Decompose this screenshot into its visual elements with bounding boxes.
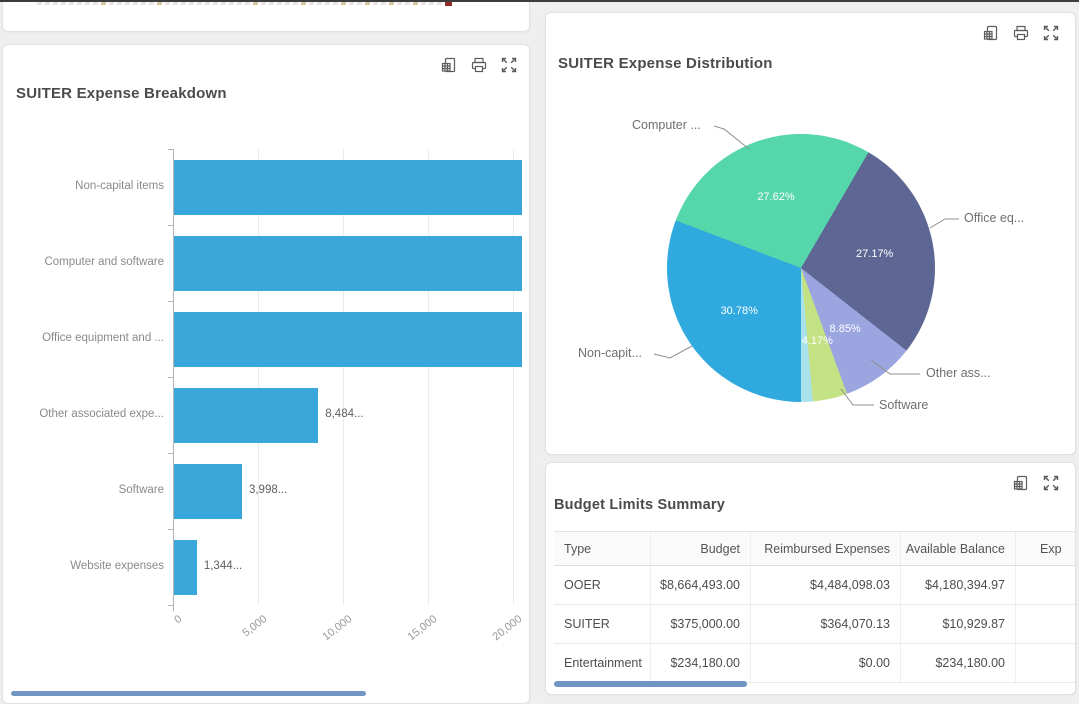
expand-icon[interactable] [1043,475,1059,491]
pie-chart-title: SUITER Expense Distribution [558,55,773,72]
table-cell: $375,000.00 [651,605,751,643]
table-cell: $4,484,098.03 [751,566,901,604]
x-tick-label: 15,000 [405,613,439,643]
pie-callout-office: Office eq... [964,211,1024,225]
table-header-cell: Available Balance [901,532,1016,565]
bar[interactable] [174,160,522,215]
bar-category-label: Office equipment and ... [3,332,164,344]
gridline [428,149,429,605]
bar[interactable] [174,312,522,367]
table-header-cell: Type [554,532,651,565]
table-cell: $234,180.00 [901,644,1016,682]
bar-category-label: Software [3,484,164,496]
y-axis-tick [168,225,173,226]
bar-category-label: Website expenses [3,560,164,572]
bar-value-label: 3,998... [249,484,287,496]
table-row: SUITER$375,000.00$364,070.13$10,929.87 [554,605,1076,644]
table-cell: OOER [554,566,651,604]
bar-category-label: Other associated expe... [3,408,164,420]
table-cell [1016,566,1076,604]
bar[interactable] [174,464,242,519]
table-cell [1016,644,1076,682]
pie-panel: SUITER Expense Distribution 30.78%27.62%… [545,12,1076,455]
x-axis-tick [173,605,174,611]
top-strip-panel [2,0,530,32]
table-cell: $4,180,394.97 [901,566,1016,604]
table-panel-toolbar [1013,475,1059,491]
table-title: Budget Limits Summary [554,497,725,513]
table-cell: $8,664,493.00 [651,566,751,604]
bar-category-label: Non-capital items [3,180,164,192]
table-header-cell: Reimbursed Expenses [751,532,901,565]
table-cell: Entertainment [554,644,651,682]
gridline [258,149,259,605]
bar-value-label: 1,344... [204,560,242,572]
table-cell: SUITER [554,605,651,643]
bar[interactable] [174,388,318,443]
gridline [343,149,344,605]
y-axis-line [173,149,174,605]
gridline [513,149,514,605]
budget-table: TypeBudgetReimbursed ExpensesAvailable B… [554,531,1076,683]
x-tick-label: 10,000 [320,613,354,643]
expand-icon[interactable] [501,57,517,73]
table-cell: $0.00 [751,644,901,682]
bar-panel-horizontal-scrollbar[interactable] [11,691,366,696]
table-cell [1016,605,1076,643]
x-tick-label: 0 [172,613,184,626]
y-axis-tick [168,301,173,302]
y-axis-tick [168,529,173,530]
bar-category-label: Computer and software [3,256,164,268]
table-header-cell: Budget [651,532,751,565]
pie-callout-noncapital: Non-capit... [578,346,642,360]
expand-icon[interactable] [1043,25,1059,41]
y-axis-tick [168,149,173,150]
export-icon[interactable] [441,57,457,73]
table-row: OOER$8,664,493.00$4,484,098.03$4,180,394… [554,566,1076,605]
export-icon[interactable] [1013,475,1029,491]
table-header-row: TypeBudgetReimbursed ExpensesAvailable B… [554,531,1076,566]
pie-chart[interactable] [667,134,935,402]
table-panel: Budget Limits Summary TypeBudgetReimburs… [545,462,1076,695]
table-row: Entertainment$234,180.00$0.00$234,180.00 [554,644,1076,683]
table-cell: $10,929.87 [901,605,1016,643]
table-cell: $364,070.13 [751,605,901,643]
table-header-cell: Exp [1016,532,1076,565]
bar-panel-toolbar [441,57,517,73]
y-axis-tick [168,453,173,454]
pie-callout-computer: Computer ... [632,118,701,132]
bar[interactable] [174,236,522,291]
pie-panel-toolbar [983,25,1059,41]
x-tick-label: 20,000 [490,613,524,643]
print-icon[interactable] [471,57,487,73]
table-horizontal-scrollbar[interactable] [554,681,747,687]
print-icon[interactable] [1013,25,1029,41]
bar[interactable] [174,540,197,595]
y-axis-tick [168,377,173,378]
pie-callout-other: Other ass... [926,366,991,380]
pie-callout-software: Software [879,398,928,412]
x-tick-label: 5,000 [240,613,269,639]
export-icon[interactable] [983,25,999,41]
bar-panel: SUITER Expense Breakdown Non-capital ite… [2,44,530,704]
bar-chart-area: Non-capital items Computer and software Of… [3,45,529,703]
bar-value-label: 8,484... [325,408,363,420]
screen-top-edge [0,0,1079,2]
table-cell: $234,180.00 [651,644,751,682]
